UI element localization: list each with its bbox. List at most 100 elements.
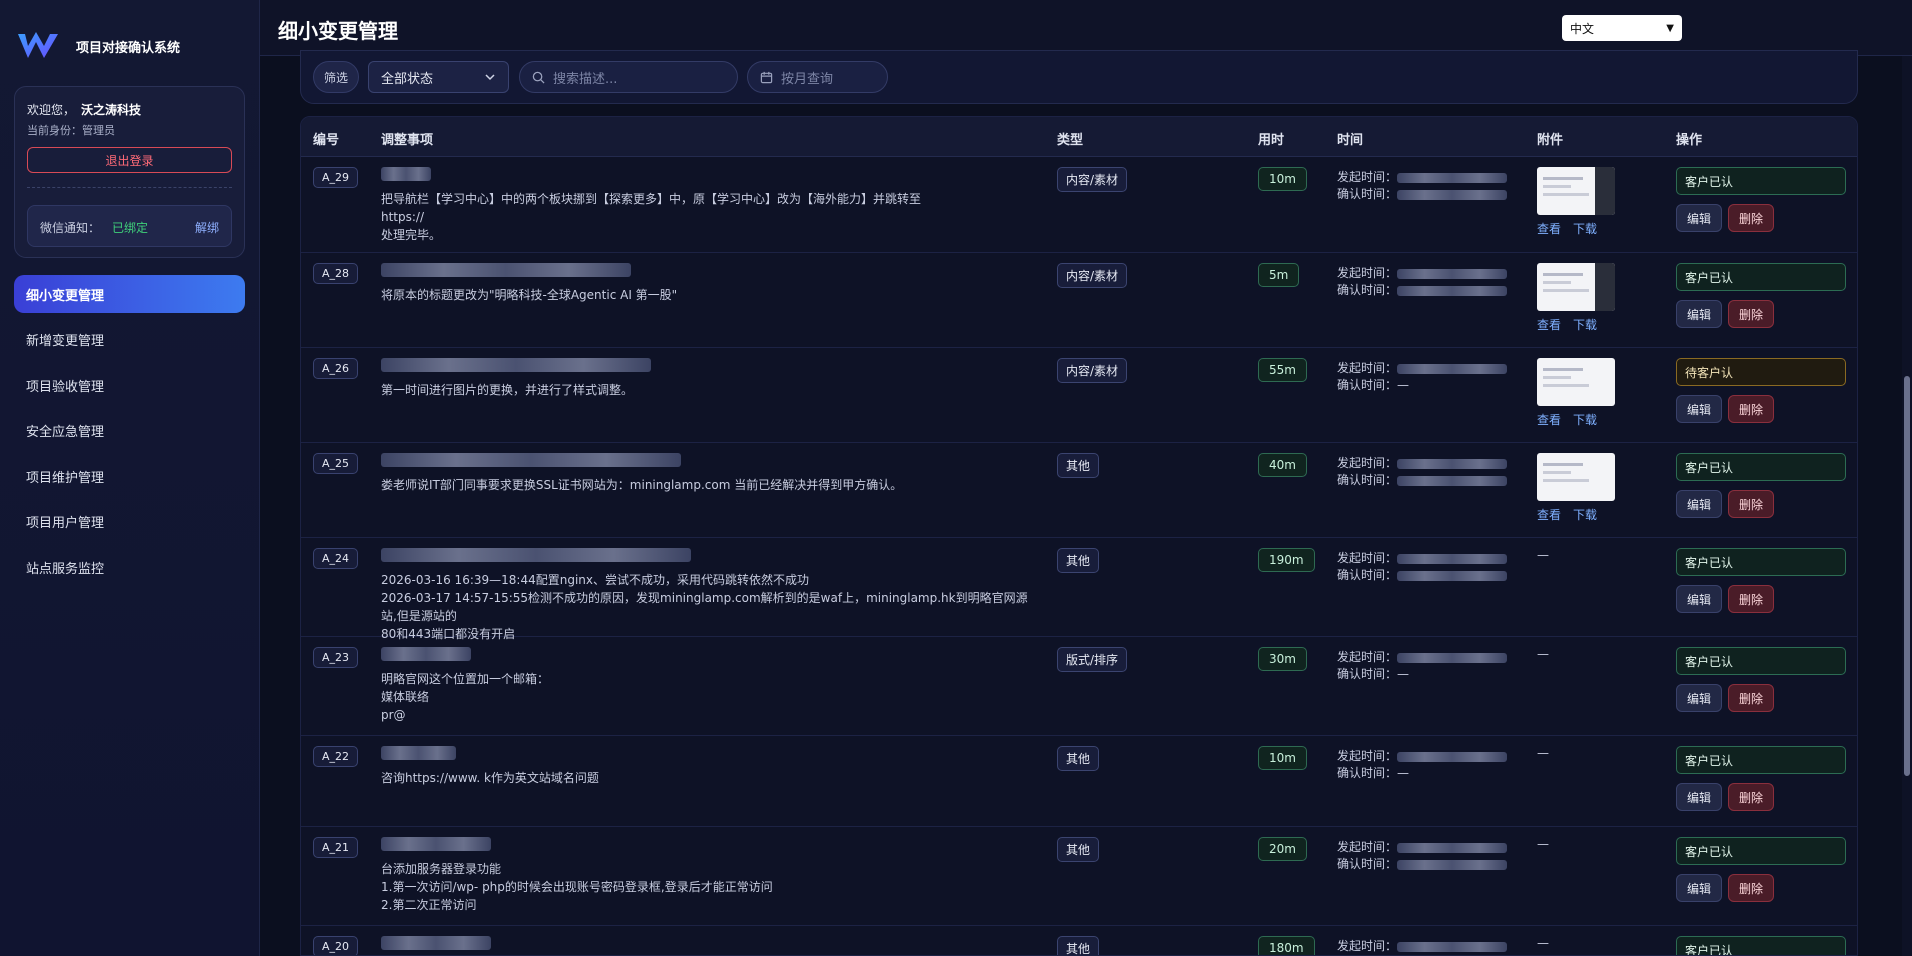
status-select[interactable]: 全部状态 [368, 61, 509, 93]
table-row: A_21 台添加服务器登录功能 1.第一次访问/wp- php的时候会出现账号密码… [301, 827, 1857, 926]
attachment-thumbnail[interactable] [1537, 263, 1615, 311]
row-item: 第一时间进行图片的更换，并进行了样式调整。 [381, 358, 1031, 399]
row-id: A_23 [313, 647, 359, 668]
edit-button[interactable]: 编辑 [1676, 874, 1722, 902]
table-body: A_29 把导航栏【学习中心】中的两个板块挪到【探索更多】中，原【学习中心】改为【… [301, 157, 1857, 955]
delete-button[interactable]: 删除 [1728, 300, 1774, 328]
confirm-time: 确认时间： [1337, 472, 1517, 489]
row-id-chip: A_25 [313, 453, 359, 474]
row-actions: 客户已认 编辑 删除 [1676, 167, 1846, 232]
row-dates: 发起时间：确认时间： [1337, 169, 1517, 203]
col-header-item: 调整事项 [381, 133, 434, 148]
row-description: 把导航栏【学习中心】中的两个板块挪到【探索更多】中，原【学习中心】改为【海外能力… [381, 192, 922, 242]
confirm-time-value: — [1397, 766, 1410, 780]
row-item: 明略官网这个位置加一个邮箱： 媒体联络 pr@ [381, 647, 1031, 724]
send-time-label: 发起时间： [1337, 361, 1398, 375]
delete-button[interactable]: 删除 [1728, 684, 1774, 712]
table-row: A_28 将原本的标题更改为"明略科技-全球Agentic AI 第一股" 内容/素… [301, 253, 1857, 348]
send-time: 发起时间： [1337, 455, 1517, 472]
sidebar-item-users[interactable]: 项目用户管理 [14, 503, 245, 541]
confirm-status: 待客户认 [1676, 358, 1846, 386]
row-actions: 待客户认编辑 删除 [1676, 358, 1846, 423]
delete-button[interactable]: 删除 [1728, 204, 1774, 232]
scrollbar-thumb[interactable] [1904, 376, 1910, 776]
sidebar-item-maintenance[interactable]: 项目维护管理 [14, 457, 245, 495]
confirm-time-label: 确认时间： [1337, 766, 1398, 780]
action-buttons: 编辑 删除 [1676, 300, 1846, 328]
row-actions: 客户已认 编辑 删除 [1676, 548, 1846, 613]
redacted-time [1397, 553, 1508, 564]
redacted-time [1397, 285, 1508, 296]
row-description: 咨询https://www. k作为英文站域名问题 [381, 771, 599, 785]
sidebar-item-security[interactable]: 安全应急管理 [14, 412, 245, 450]
edit-button[interactable]: 编辑 [1676, 395, 1722, 423]
attachment-thumbnail[interactable] [1537, 358, 1615, 406]
edit-button[interactable]: 编辑 [1676, 783, 1722, 811]
action-buttons: 编辑 删除 [1676, 204, 1846, 232]
row-type: 内容/素材 [1057, 263, 1128, 288]
filter-label: 筛选 [313, 61, 359, 93]
row-id-chip: A_29 [313, 167, 359, 188]
redacted-time [1397, 475, 1508, 486]
delete-button[interactable]: 删除 [1728, 783, 1774, 811]
no-attachment: — [1537, 746, 1549, 760]
sidebar-item-minor-changes[interactable]: 细小变更管理 [14, 275, 245, 313]
row-id: A_25 [313, 453, 359, 474]
brand-logo-icon [18, 32, 58, 58]
download-link[interactable]: 下载 [1573, 318, 1597, 332]
confirm-time: 确认时间： [1337, 282, 1517, 299]
view-link[interactable]: 查看 [1537, 413, 1561, 427]
table-row: A_26 第一时间进行图片的更换，并进行了样式调整。 内容/素材 55m 发起时间： 确认… [301, 348, 1857, 443]
view-link[interactable]: 查看 [1537, 318, 1561, 332]
delete-button[interactable]: 删除 [1728, 874, 1774, 902]
delete-button[interactable]: 删除 [1728, 395, 1774, 423]
redacted-title [381, 548, 691, 562]
row-dates: 发起时间： 确认时间：— [1337, 748, 1517, 782]
row-type: 其他 [1057, 548, 1100, 573]
download-link[interactable]: 下载 [1573, 222, 1597, 236]
sidebar-item-new-changes[interactable]: 新增变更管理 [14, 321, 245, 359]
row-id-chip: A_26 [313, 358, 359, 379]
edit-button[interactable]: 编辑 [1676, 204, 1722, 232]
col-header-type: 类型 [1057, 133, 1084, 148]
logout-button[interactable]: 退出登录 [27, 147, 232, 173]
confirm-time-label: 确认时间： [1337, 378, 1398, 392]
row-type: 其他 [1057, 936, 1100, 955]
download-link[interactable]: 下载 [1573, 508, 1597, 522]
no-attachment: — [1537, 936, 1549, 950]
edit-button[interactable]: 编辑 [1676, 585, 1722, 613]
scrollbar[interactable] [1902, 56, 1912, 956]
sidebar-item-acceptance[interactable]: 项目验收管理 [14, 366, 245, 404]
action-buttons: 编辑 删除 [1676, 874, 1846, 902]
search-input[interactable]: 搜索描述... [519, 61, 738, 93]
row-actions: 客户已认 编辑 删除 [1676, 453, 1846, 518]
download-link[interactable]: 下载 [1573, 413, 1597, 427]
edit-button[interactable]: 编辑 [1676, 300, 1722, 328]
language-select[interactable]: 中文 ▼ [1562, 15, 1682, 41]
send-time: 发起时间： [1337, 265, 1517, 282]
row-type: 内容/素材 [1057, 358, 1128, 383]
row-actions: 客户已认 编辑 删除 [1676, 263, 1846, 328]
row-item: 娄老师说IT部门同事要求更换SSL证书网站为：mininglamp.com 当前… [381, 453, 1031, 494]
month-input[interactable]: 按月查询 [747, 61, 888, 93]
send-time: 发起时间： [1337, 748, 1517, 765]
delete-button[interactable]: 删除 [1728, 585, 1774, 613]
edit-button[interactable]: 编辑 [1676, 684, 1722, 712]
edit-button[interactable]: 编辑 [1676, 490, 1722, 518]
wechat-unbind-link[interactable]: 解绑 [195, 219, 219, 236]
action-buttons: 编辑 删除 [1676, 684, 1846, 712]
attachment-thumbnail[interactable] [1537, 167, 1615, 215]
sidebar-item-monitor[interactable]: 站点服务监控 [14, 548, 245, 586]
row-attachment: — [1537, 837, 1549, 851]
attachment-thumbnail[interactable] [1537, 453, 1615, 501]
delete-button[interactable]: 删除 [1728, 490, 1774, 518]
redacted-title [381, 167, 431, 181]
table-row: A_24 2026-03-16 16:39—18:44配置nginx、尝试不成功，… [301, 538, 1857, 641]
attachment-links: 查看 下载 [1537, 316, 1615, 333]
view-link[interactable]: 查看 [1537, 222, 1561, 236]
row-dates: 发起时间：确认时间： [1337, 938, 1517, 955]
row-dates: 发起时间： 确认时间：— [1337, 649, 1517, 683]
row-dates: 发起时间：确认时间： [1337, 550, 1517, 584]
view-link[interactable]: 查看 [1537, 508, 1561, 522]
attachment-links: 查看 下载 [1537, 506, 1615, 523]
